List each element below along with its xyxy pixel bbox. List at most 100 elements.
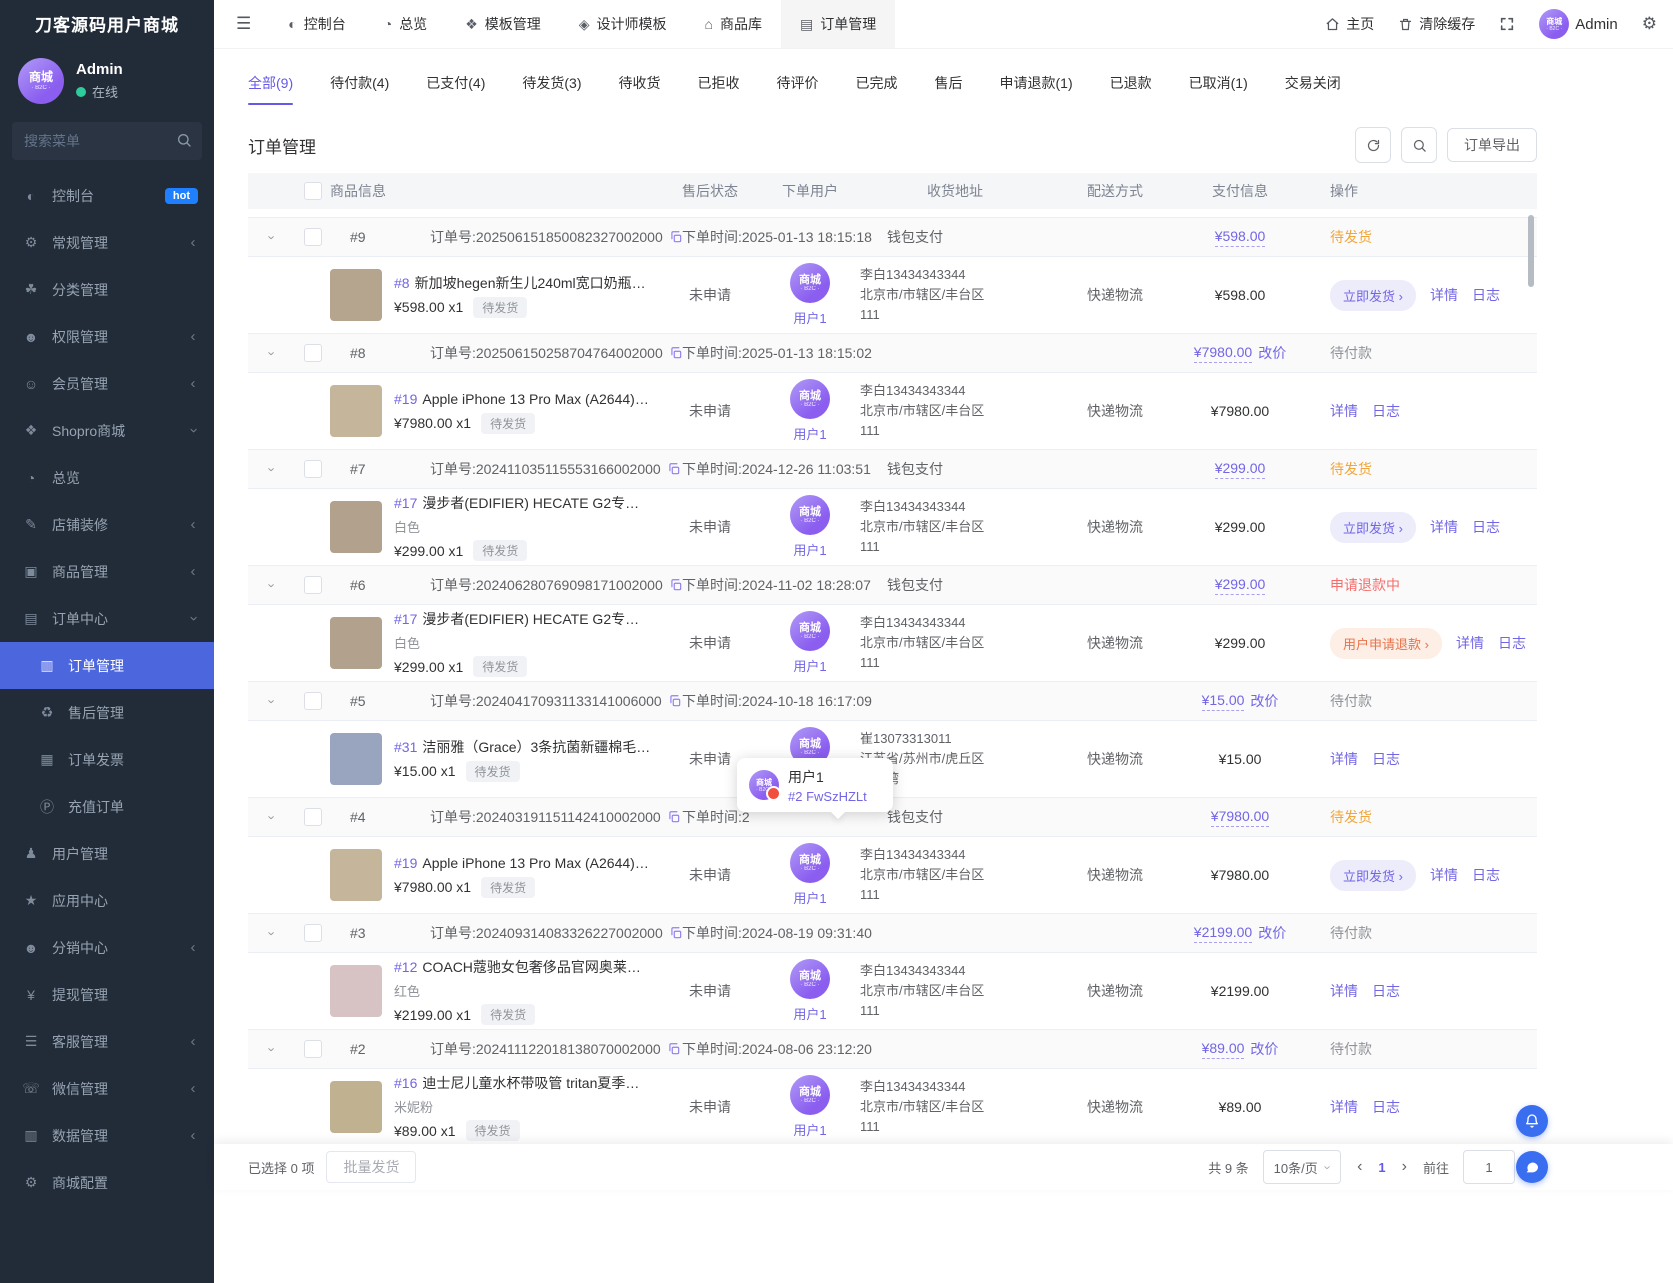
- order-username[interactable]: 用户1: [793, 1120, 826, 1139]
- avatar[interactable]: 商城· B2C ·: [790, 959, 830, 999]
- topnav-tab-goods-lib[interactable]: ⌂商品库: [686, 0, 781, 48]
- status-tab-10[interactable]: 已退款: [1110, 49, 1152, 117]
- sidebar-item-user[interactable]: ♟用户管理: [0, 830, 214, 877]
- product-title[interactable]: #17漫步者(EDIFIER) HECATE G2专业版 USB7.1声道 ..…: [394, 609, 652, 629]
- status-tab-11[interactable]: 已取消(1): [1189, 49, 1248, 117]
- order-amount[interactable]: ¥15.00: [1202, 692, 1245, 711]
- product-id-link[interactable]: #17: [394, 611, 417, 627]
- prev-page-button[interactable]: ‹: [1355, 1158, 1364, 1176]
- row-checkbox[interactable]: [304, 808, 322, 826]
- order-amount[interactable]: ¥89.00: [1202, 1040, 1245, 1059]
- next-page-button[interactable]: ›: [1400, 1158, 1409, 1176]
- detail-link[interactable]: 详情: [1430, 865, 1458, 885]
- avatar[interactable]: 商城· B2C ·: [790, 495, 830, 535]
- detail-link[interactable]: 详情: [1456, 633, 1484, 653]
- expand-row-icon[interactable]: ›: [248, 810, 296, 825]
- copy-icon[interactable]: [669, 230, 683, 244]
- row-checkbox[interactable]: [304, 460, 322, 478]
- sidebar-item-auth[interactable]: ☻权限管理‹: [0, 313, 214, 360]
- row-checkbox[interactable]: [304, 692, 322, 710]
- topnav-tab-designer[interactable]: ◈设计师模板: [560, 0, 686, 48]
- detail-link[interactable]: 详情: [1330, 749, 1358, 769]
- product-title[interactable]: #12COACH蔻驰女包奢侈品官网奥莱山茶花Parker女士...: [394, 957, 652, 977]
- sidebar-item-app-center[interactable]: ★应用中心: [0, 877, 214, 924]
- product-title[interactable]: #31洁丽雅（Grace）3条抗菌新疆棉毛巾 纯棉柔软家...: [394, 737, 652, 757]
- order-amount[interactable]: ¥7980.00: [1194, 344, 1252, 363]
- ship-now-button[interactable]: 立即发货 ›: [1330, 512, 1416, 543]
- expand-row-icon[interactable]: ›: [248, 926, 296, 941]
- avatar[interactable]: 商城· B2C ·: [790, 1075, 830, 1115]
- log-link[interactable]: 日志: [1372, 401, 1400, 421]
- status-tab-1[interactable]: 待付款(4): [330, 49, 389, 117]
- order-amount[interactable]: ¥7980.00: [1211, 808, 1269, 827]
- sidebar-item-wechat[interactable]: ☏微信管理‹: [0, 1065, 214, 1112]
- sidebar-item-goods[interactable]: ▣商品管理‹: [0, 548, 214, 595]
- log-link[interactable]: 日志: [1472, 865, 1500, 885]
- goto-page-input[interactable]: [1463, 1150, 1515, 1184]
- current-page[interactable]: 1: [1378, 1160, 1385, 1175]
- expand-row-icon[interactable]: ›: [248, 230, 296, 245]
- log-link[interactable]: 日志: [1372, 1097, 1400, 1117]
- change-price-link[interactable]: 改价: [1250, 691, 1278, 711]
- sidebar-item-config[interactable]: ⚙商城配置: [0, 1159, 214, 1206]
- sidebar-item-recharge[interactable]: Ⓟ充值订单: [0, 783, 214, 830]
- search-input[interactable]: [12, 122, 202, 160]
- copy-icon[interactable]: [667, 810, 681, 824]
- detail-link[interactable]: 详情: [1330, 1097, 1358, 1117]
- chat-float-button[interactable]: [1516, 1151, 1548, 1183]
- sidebar-item-decoration[interactable]: ✎店铺装修‹: [0, 501, 214, 548]
- product-id-link[interactable]: #31: [394, 739, 417, 755]
- change-price-link[interactable]: 改价: [1258, 923, 1286, 943]
- product-title[interactable]: #17漫步者(EDIFIER) HECATE G2专业版 USB7.1声道 ..…: [394, 493, 652, 513]
- sidebar-item-invoice[interactable]: ▦订单发票: [0, 736, 214, 783]
- expand-row-icon[interactable]: ›: [248, 1042, 296, 1057]
- order-username[interactable]: 用户1: [793, 540, 826, 559]
- product-image[interactable]: [330, 617, 382, 669]
- order-username[interactable]: 用户1: [793, 308, 826, 327]
- expand-row-icon[interactable]: ›: [248, 578, 296, 593]
- product-image[interactable]: [330, 501, 382, 553]
- ship-now-button[interactable]: 立即发货 ›: [1330, 280, 1416, 311]
- sidebar-item-order-manage[interactable]: ▥订单管理: [0, 642, 214, 689]
- detail-link[interactable]: 详情: [1430, 517, 1458, 537]
- product-id-link[interactable]: #12: [394, 959, 417, 975]
- sidebar-item-withdraw[interactable]: ¥提现管理: [0, 971, 214, 1018]
- row-checkbox[interactable]: [304, 1040, 322, 1058]
- row-checkbox[interactable]: [304, 344, 322, 362]
- change-price-link[interactable]: 改价: [1250, 1039, 1278, 1059]
- sidebar-item-order-center[interactable]: ▤订单中心‹: [0, 595, 214, 642]
- status-tab-9[interactable]: 申请退款(1): [1000, 49, 1073, 117]
- log-link[interactable]: 日志: [1498, 633, 1526, 653]
- product-image[interactable]: [330, 849, 382, 901]
- detail-link[interactable]: 详情: [1430, 285, 1458, 305]
- row-checkbox[interactable]: [304, 576, 322, 594]
- product-image[interactable]: [330, 385, 382, 437]
- product-image[interactable]: [330, 269, 382, 321]
- order-username[interactable]: 用户1: [793, 656, 826, 675]
- sidebar-item-distribution[interactable]: ☻分销中心‹: [0, 924, 214, 971]
- topnav-user[interactable]: 商城 · B2C · Admin: [1539, 9, 1618, 39]
- product-id-link[interactable]: #17: [394, 495, 417, 511]
- status-tab-12[interactable]: 交易关闭: [1285, 49, 1341, 117]
- fullscreen-button[interactable]: [1499, 16, 1515, 32]
- order-username[interactable]: 用户1: [793, 1004, 826, 1023]
- product-id-link[interactable]: #19: [394, 855, 417, 871]
- status-tab-3[interactable]: 待发货(3): [522, 49, 581, 117]
- page-size-select[interactable]: 10条/页›: [1263, 1150, 1341, 1184]
- product-image[interactable]: [330, 1081, 382, 1133]
- vertical-scrollbar[interactable]: [1528, 215, 1534, 287]
- sidebar-item-category[interactable]: ☘分类管理: [0, 266, 214, 313]
- status-tab-8[interactable]: 售后: [935, 49, 963, 117]
- avatar[interactable]: 商城· B2C ·: [790, 611, 830, 651]
- status-tab-2[interactable]: 已支付(4): [426, 49, 485, 117]
- order-amount[interactable]: ¥598.00: [1215, 228, 1266, 247]
- product-title[interactable]: #19Apple iPhone 13 Pro Max (A2644) 256GB…: [394, 853, 652, 873]
- topnav-tab-overview[interactable]: ◔总览: [365, 0, 446, 48]
- order-username[interactable]: 用户1: [793, 424, 826, 443]
- log-link[interactable]: 日志: [1472, 517, 1500, 537]
- sidebar-item-service[interactable]: ☰客服管理‹: [0, 1018, 214, 1065]
- topnav-tab-template[interactable]: ❖模板管理: [446, 0, 560, 48]
- status-tab-5[interactable]: 已拒收: [698, 49, 740, 117]
- copy-icon[interactable]: [667, 1042, 681, 1056]
- copy-icon[interactable]: [669, 578, 683, 592]
